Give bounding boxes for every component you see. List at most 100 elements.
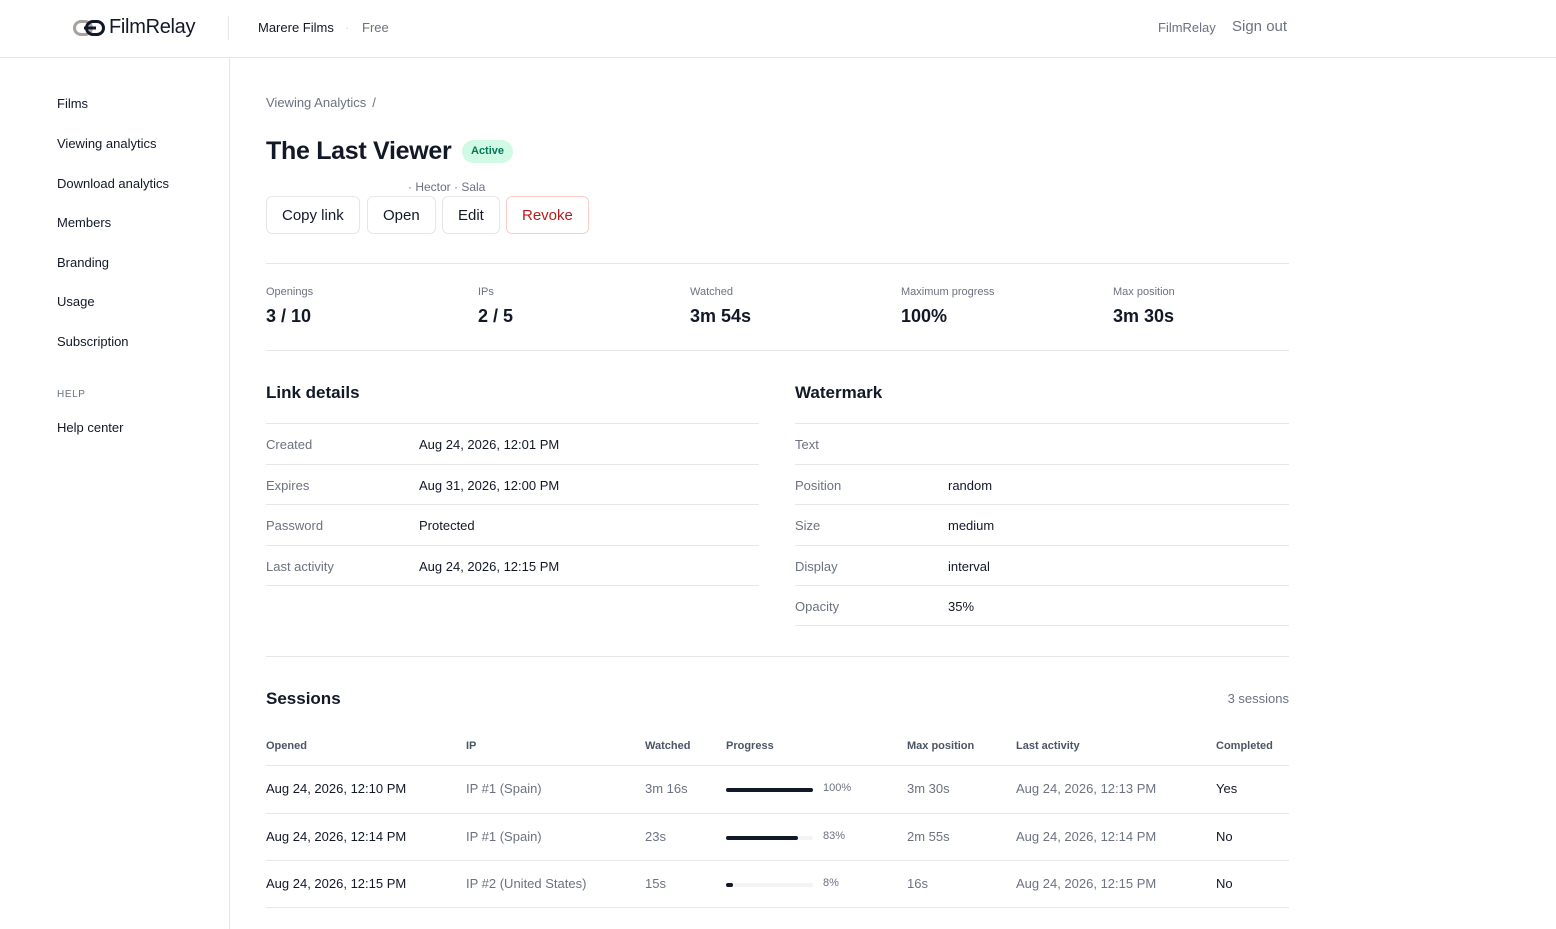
stat-max-position-label: Max position — [1113, 286, 1175, 298]
cell-ip: IP #2 (United States) — [466, 876, 587, 891]
watermark-row-position: Position random — [795, 464, 1289, 505]
detail-key: Expires — [266, 478, 310, 493]
brand-name: FilmRelay — [109, 16, 196, 38]
progress-bar-fill — [726, 883, 733, 887]
column-header-progress: Progress — [726, 740, 774, 752]
detail-value: Aug 24, 2026, 12:01 PM — [419, 437, 560, 452]
watermark-value: medium — [948, 518, 995, 533]
watermark-key: Position — [795, 478, 842, 493]
cell-watched: 23s — [645, 829, 666, 844]
sidebar-item-films[interactable]: Films — [57, 96, 88, 111]
progress-percent: 8% — [823, 877, 839, 889]
detail-row-password: Password Protected — [266, 504, 759, 545]
plan-label: Free — [362, 20, 389, 35]
divider — [266, 263, 1289, 264]
column-header-completed: Completed — [1216, 740, 1273, 752]
detail-row-expires: Expires Aug 31, 2026, 12:00 PM — [266, 464, 759, 505]
column-header-watched: Watched — [645, 740, 691, 752]
cell-completed: No — [1216, 829, 1233, 844]
breadcrumb-viewing-analytics[interactable]: Viewing Analytics — [266, 95, 366, 110]
progress-bar — [726, 883, 813, 887]
top-bar: FilmRelay Marere Films · Free FilmRelay … — [0, 0, 1556, 58]
divider — [266, 656, 1289, 657]
breadcrumb: Viewing Analytics / — [266, 95, 376, 110]
progress-bar — [726, 836, 813, 840]
stat-ips-label: IPs — [478, 286, 494, 298]
sidebar-item-help-center[interactable]: Help center — [57, 420, 123, 435]
top-divider — [228, 16, 229, 40]
detail-value: Protected — [419, 518, 475, 533]
progress-bar-fill — [726, 788, 813, 792]
cell-completed: No — [1216, 876, 1233, 891]
status-badge: Active — [462, 140, 514, 163]
cell-watched: 15s — [645, 876, 666, 891]
stat-max-position-value: 3m 30s — [1113, 306, 1175, 326]
watermark-row-size: Size medium — [795, 504, 1289, 545]
sessions-title: Sessions — [266, 689, 341, 708]
cell-opened: Aug 24, 2026, 12:15 PM — [266, 876, 407, 891]
cell-opened: Aug 24, 2026, 12:10 PM — [266, 781, 407, 796]
sidebar-item-members[interactable]: Members — [57, 215, 111, 230]
cell-last-activity: Aug 24, 2026, 12:15 PM — [1016, 876, 1157, 891]
brand-logo[interactable]: FilmRelay — [73, 16, 196, 39]
detail-row-created: Created Aug 24, 2026, 12:01 PM — [266, 423, 759, 464]
divider — [266, 350, 1289, 351]
column-header-max-position: Max position — [907, 740, 975, 752]
stat-watched-label: Watched — [690, 286, 734, 298]
detail-value: Aug 24, 2026, 12:15 PM — [419, 559, 560, 574]
cell-watched: 3m 16s — [645, 781, 688, 796]
table-row: Aug 24, 2026, 12:10 PM IP #1 (Spain) 3m … — [266, 765, 1289, 813]
open-button[interactable]: Open — [367, 196, 436, 234]
watermark-value: interval — [948, 559, 990, 574]
watermark-row-text: Text — [795, 423, 1289, 464]
sidebar-item-download-analytics[interactable]: Download analytics — [57, 176, 169, 191]
revoke-button[interactable]: Revoke — [506, 196, 589, 234]
cell-last-activity: Aug 24, 2026, 12:14 PM — [1016, 829, 1157, 844]
stat-watched-value: 3m 54s — [690, 306, 752, 326]
product-link[interactable]: FilmRelay — [1158, 20, 1216, 35]
link-recipient: · Hector · Sala — [408, 180, 486, 194]
cell-completed: Yes — [1216, 781, 1238, 796]
cell-ip: IP #1 (Spain) — [466, 829, 542, 844]
watermark-value: 35% — [948, 599, 975, 614]
table-row: Aug 24, 2026, 12:14 PM IP #1 (Spain) 23s… — [266, 813, 1289, 861]
cell-max-position: 3m 30s — [907, 781, 950, 796]
progress-percent: 83% — [823, 830, 846, 842]
progress-bar-fill — [726, 836, 799, 840]
sign-out-button[interactable]: Sign out — [1232, 18, 1287, 35]
sidebar-item-usage[interactable]: Usage — [57, 294, 95, 309]
sidebar: Films Viewing analytics Download analyti… — [0, 58, 230, 929]
sidebar-item-viewing-analytics[interactable]: Viewing analytics — [57, 136, 156, 151]
cell-ip: IP #1 (Spain) — [466, 781, 542, 796]
detail-row-last-activity: Last activity Aug 24, 2026, 12:15 PM — [266, 545, 759, 586]
org-name[interactable]: Marere Films — [258, 20, 334, 35]
detail-key: Password — [266, 518, 324, 533]
cell-max-position: 16s — [907, 876, 928, 891]
edit-button[interactable]: Edit — [442, 196, 500, 234]
detail-value: Aug 31, 2026, 12:00 PM — [419, 478, 560, 493]
page-title: The Last Viewer — [266, 137, 452, 165]
sessions-count: 3 sessions — [1227, 691, 1289, 706]
sidebar-item-branding[interactable]: Branding — [57, 255, 109, 270]
column-header-ip: IP — [466, 740, 477, 752]
sidebar-item-subscription[interactable]: Subscription — [57, 334, 129, 349]
column-header-opened: Opened — [266, 740, 307, 752]
watermark-row-display: Display interval — [795, 545, 1289, 586]
watermark-key: Text — [795, 437, 819, 452]
watermark-title: Watermark — [795, 383, 883, 402]
cell-max-position: 2m 55s — [907, 829, 950, 844]
stat-openings-value: 3 / 10 — [266, 306, 312, 326]
breadcrumb-separator: / — [372, 95, 376, 110]
watermark-value: random — [948, 478, 993, 493]
copy-link-button[interactable]: Copy link — [266, 196, 360, 234]
sidebar-section-help: HELP — [57, 389, 86, 400]
progress-bar — [726, 788, 813, 792]
cell-opened: Aug 24, 2026, 12:14 PM — [266, 829, 407, 844]
stat-max-progress-value: 100% — [901, 306, 948, 326]
stat-openings-label: Openings — [266, 286, 314, 298]
stat-ips-value: 2 / 5 — [478, 306, 514, 326]
detail-key: Last activity — [266, 559, 334, 574]
watermark-key: Display — [795, 559, 838, 574]
link-details-title: Link details — [266, 383, 360, 402]
org-separator: · — [345, 20, 350, 35]
